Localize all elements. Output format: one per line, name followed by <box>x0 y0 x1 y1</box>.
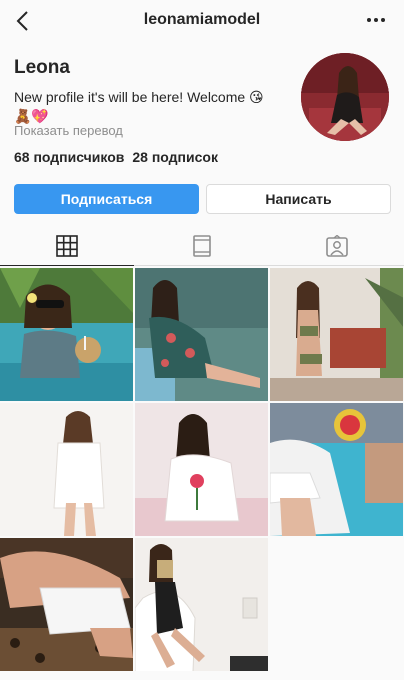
more-horizontal-icon[interactable] <box>366 15 386 25</box>
post-thumbnail[interactable] <box>0 538 133 671</box>
avatar-photo <box>301 53 389 141</box>
profile-tabs <box>0 226 404 266</box>
tagged-person-icon <box>326 235 348 257</box>
avatar[interactable] <box>301 53 389 141</box>
post-thumbnail[interactable] <box>270 403 403 536</box>
profile-bio: New profile it's will be here! Welcome 😘… <box>14 88 284 126</box>
tab-igtv[interactable] <box>135 226 269 266</box>
profile-username: leonamiamodel <box>143 11 261 28</box>
top-bar: leonamiamodel <box>0 0 404 44</box>
tab-grid[interactable] <box>0 226 134 266</box>
post-thumbnail[interactable] <box>0 268 133 401</box>
bio-line-1: New profile it's will be here! Welcome 😘 <box>14 89 264 105</box>
translate-link[interactable]: Показать перевод <box>14 123 123 138</box>
following-count[interactable]: 28 подписок <box>132 149 218 165</box>
followers-count[interactable]: 68 подписчиков <box>14 149 124 165</box>
profile-name: Leona <box>14 57 70 78</box>
post-thumbnail[interactable] <box>270 268 403 401</box>
post-thumbnail[interactable] <box>0 403 133 536</box>
post-thumbnail[interactable] <box>135 538 268 671</box>
post-thumbnail[interactable] <box>135 403 268 536</box>
posts-grid <box>0 268 404 680</box>
post-thumbnail[interactable] <box>135 268 268 401</box>
igtv-icon <box>193 235 211 257</box>
message-button[interactable]: Написать <box>206 184 391 214</box>
follow-button[interactable]: Подписаться <box>14 184 199 214</box>
grid-icon <box>56 235 78 257</box>
tab-tagged[interactable] <box>270 226 404 266</box>
profile-stats: 68 подписчиков 28 подписок <box>14 149 218 165</box>
